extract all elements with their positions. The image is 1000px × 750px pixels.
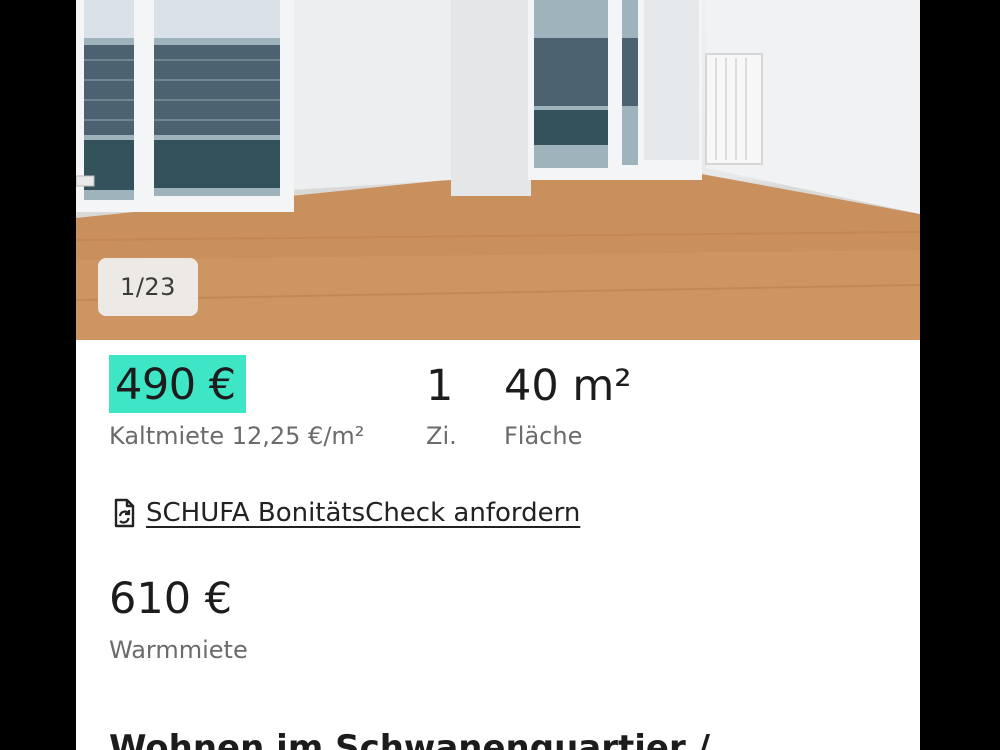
document-refresh-icon <box>114 498 135 528</box>
photo-counter: 1/23 <box>98 258 198 316</box>
rooms-value: 1 <box>426 361 454 411</box>
warm-rent-label: Warmmiete <box>109 636 248 664</box>
listing-screen: 1/23 490 € Kaltmiete 12,25 €/m² 1 Zi. 40… <box>76 0 920 750</box>
schufa-link-label[interactable]: SCHUFA BonitätsCheck anfordern <box>146 498 580 528</box>
schufa-check-link[interactable]: SCHUFA BonitätsCheck anfordern <box>110 497 580 529</box>
cold-rent-label: Kaltmiete 12,25 €/m² <box>109 422 365 450</box>
listing-photo[interactable]: 1/23 <box>76 0 920 340</box>
rooms-label: Zi. <box>426 422 457 450</box>
area-value: 40 m² <box>504 361 632 411</box>
cold-rent-value: 490 € <box>109 355 246 413</box>
area-label: Fläche <box>504 422 583 450</box>
warm-rent-value: 610 € <box>109 574 233 624</box>
room-photo-illustration <box>76 0 920 340</box>
listing-title: Wohnen im Schwanenquartier / <box>109 728 710 750</box>
